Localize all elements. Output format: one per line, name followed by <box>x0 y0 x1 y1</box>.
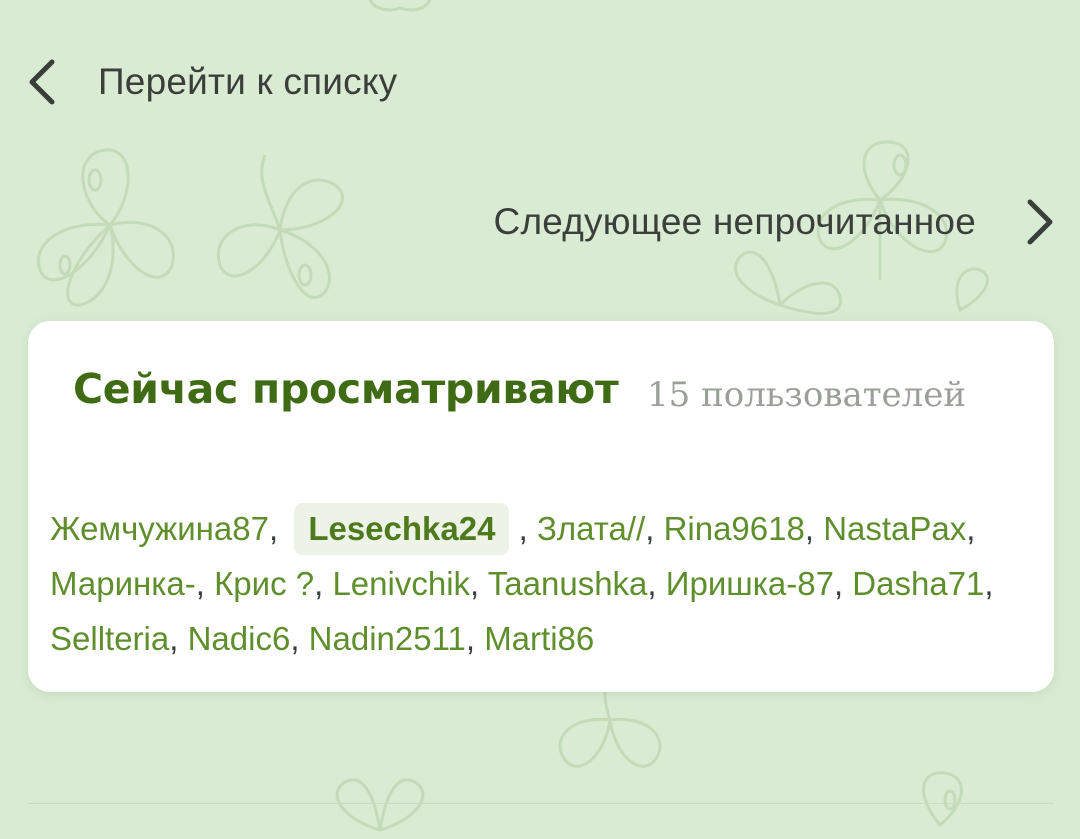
list-separator: , <box>984 565 994 602</box>
user-link[interactable]: Taanushka <box>488 565 648 602</box>
user-link[interactable]: Nadin2511 <box>309 620 466 657</box>
clover-decoration <box>368 0 432 12</box>
list-separator: , <box>290 620 309 657</box>
chevron-right-icon[interactable] <box>1016 192 1056 252</box>
list-separator: , <box>470 565 488 602</box>
user-link[interactable]: Жемчужина87 <box>50 510 269 547</box>
user-link[interactable]: Nadic6 <box>188 620 291 657</box>
viewers-card: Сейчас просматривают 15 пользователей Же… <box>28 321 1054 692</box>
user-link[interactable]: NastaPax <box>823 510 966 547</box>
back-to-list-label[interactable]: Перейти к списку <box>98 61 397 103</box>
next-unread-link[interactable]: Следующее непрочитанное <box>494 192 1056 252</box>
user-link[interactable]: Dasha71 <box>852 565 984 602</box>
viewers-title: Сейчас просматривают <box>73 365 619 413</box>
user-link[interactable]: Иришка-87 <box>666 565 834 602</box>
next-unread-label[interactable]: Следующее непрочитанное <box>494 201 976 243</box>
clover-decoration <box>734 250 842 315</box>
user-link[interactable]: Rina9618 <box>664 510 805 547</box>
list-separator: , <box>509 510 537 547</box>
divider <box>28 803 1054 804</box>
list-separator: , <box>268 510 288 547</box>
user-link[interactable]: Крис ? <box>214 565 314 602</box>
user-link[interactable]: Маринка- <box>50 565 196 602</box>
list-separator: , <box>169 620 188 657</box>
viewers-list: Жемчужина87, Lesechka24 , Злата//, Rina9… <box>50 501 1040 666</box>
clover-decoration <box>335 778 425 832</box>
clover-decoration <box>558 683 662 768</box>
clover-decoration <box>36 148 175 307</box>
list-separator: , <box>465 620 485 657</box>
chevron-left-icon[interactable] <box>26 52 66 112</box>
clover-decoration <box>216 154 344 300</box>
clover-decoration <box>955 267 989 312</box>
user-link-current[interactable]: Lesechka24 <box>294 503 510 555</box>
user-link[interactable]: Marti86 <box>484 620 594 657</box>
user-link[interactable]: Sellteria <box>50 620 169 657</box>
list-separator: , <box>314 565 333 602</box>
viewers-count: 15 пользователей <box>647 375 967 415</box>
back-to-list-link[interactable]: Перейти к списку <box>26 52 397 112</box>
clover-decoration <box>922 771 963 827</box>
list-separator: , <box>195 565 215 602</box>
user-link[interactable]: Lenivchik <box>332 565 470 602</box>
list-separator: , <box>804 510 824 547</box>
list-separator: , <box>833 565 853 602</box>
list-separator: , <box>966 510 976 547</box>
user-link[interactable]: Злата// <box>537 510 645 547</box>
list-separator: , <box>645 510 664 547</box>
list-separator: , <box>647 565 666 602</box>
